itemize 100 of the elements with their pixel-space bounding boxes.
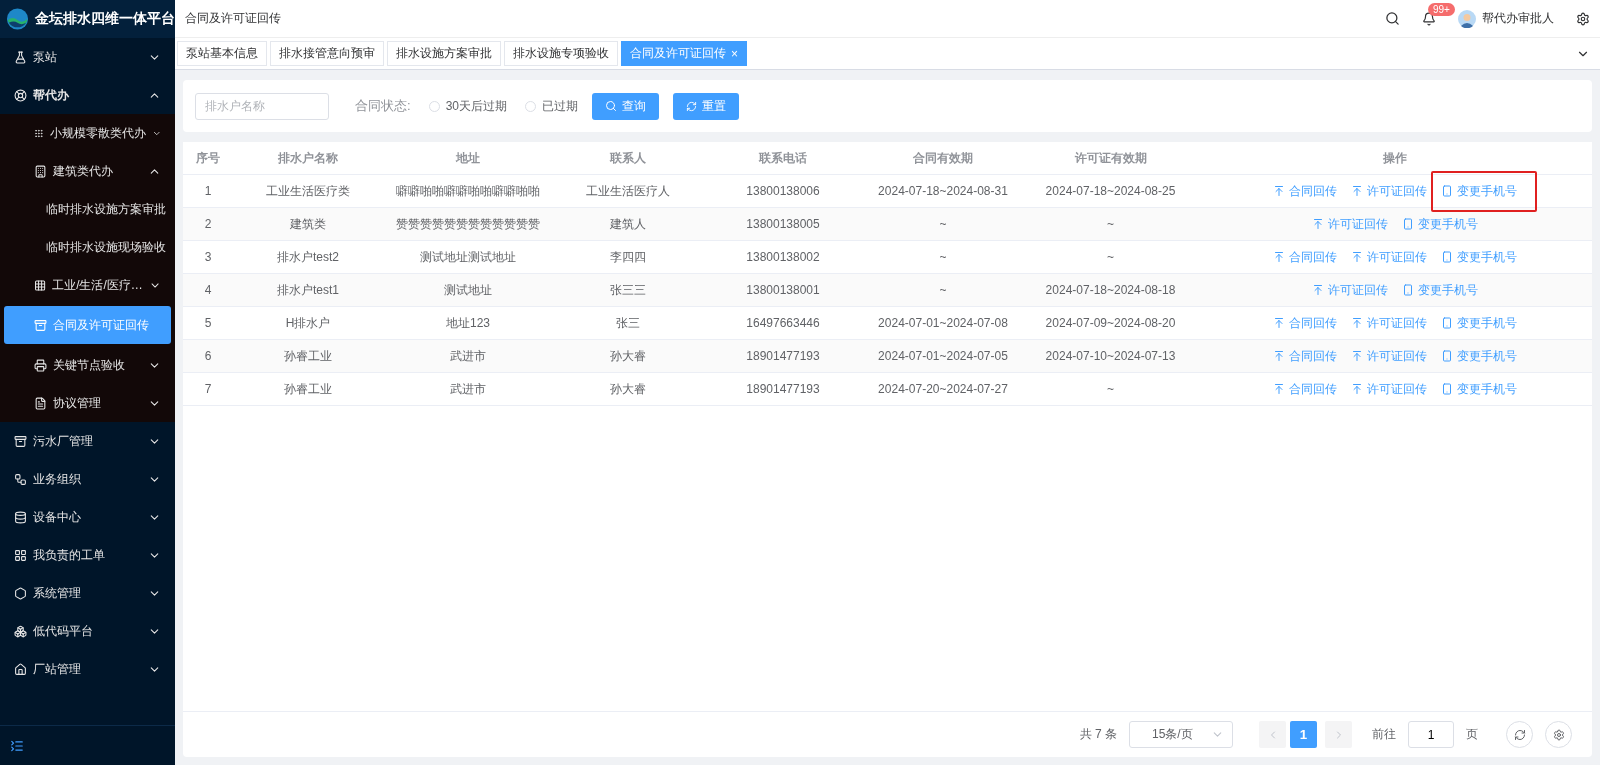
table-cell-text: ~ [1106,250,1115,264]
table-cell-text: 2024-07-10~2024-07-13 [1044,349,1177,363]
table-cell-text: 13800138002 [745,250,821,264]
menu-item[interactable]: 系统管理 [0,574,175,612]
menu-item[interactable]: 厂站管理 [0,650,175,688]
user-name[interactable]: 帮代办审批人 [1482,10,1554,27]
search-icon[interactable] [1385,11,1400,26]
page-size-select[interactable]: 15条/页 [1129,721,1233,748]
table-cell-text: 16497663446 [745,316,821,330]
phone-icon [1441,350,1453,362]
upload-icon [1273,317,1285,329]
menu-item[interactable]: 低代码平台 [0,612,175,650]
goto-label: 前往 [1372,726,1396,743]
settings-button[interactable] [1545,721,1572,748]
menu-item[interactable]: 工业/生活/医疗… [0,266,175,304]
search-field[interactable]: 排水户名称 [195,92,329,120]
tab[interactable]: 泵站基本信息 [177,41,267,66]
settings-icon[interactable] [1576,11,1590,26]
upload-icon [1312,218,1324,230]
search-icon [605,100,617,112]
menu-item[interactable]: 污水厂管理 [0,422,175,460]
refresh-button[interactable] [1506,721,1533,748]
page-suffix: 页 [1466,726,1478,743]
table-cell-text: ~ [938,217,948,231]
table-cell-text: 建筑类 [289,215,327,233]
table-cell-text: 2024-07-18~2024-08-25 [1044,184,1177,198]
menu-icon [14,548,27,562]
menu-icon [14,434,27,448]
radio-option[interactable]: 30天后过期 [428,97,507,115]
table-cell-text: 7 [203,382,213,396]
table-cell-text: 1 [203,184,213,198]
radio-option[interactable]: 已过期 [525,97,578,115]
table-cell-text: 孙大睿 [609,347,647,365]
table-cell-text: 工业生活医疗人 [585,182,671,200]
menu-item[interactable]: 建筑类代办 [0,152,175,190]
menu-icon [34,278,47,292]
table-cell-text: 工业生活医疗类 [265,182,351,200]
app-title: 金坛排水四维一体平台 [35,10,175,28]
menu-item[interactable]: 临时排水设施方案审批 [0,190,175,228]
menu-item[interactable]: 协议管理 [0,384,175,422]
phone-icon [1441,317,1453,329]
table-cell-text: 4 [203,283,213,297]
table-cell-text: ~ [1106,382,1115,396]
table-cell-text: 测试地址测试地址 [419,248,517,266]
phone-icon [1441,251,1453,263]
table-cell-text: 2024-07-01~2024-07-05 [877,349,1009,363]
menu-item[interactable]: 我负责的工单 [0,536,175,574]
menu-item[interactable]: 临时排水设施现场验收 [0,228,175,266]
upload-icon [1351,185,1363,197]
table-cell-text: 2 [203,217,213,231]
table-cell-text: 13800138005 [745,217,821,231]
menu-icon [14,50,27,64]
menu-item[interactable]: 业务组织 [0,460,175,498]
refresh-icon [1513,728,1526,741]
phone-icon [1441,383,1453,395]
table-cell-text: 张三三 [609,281,647,299]
table-cell-text: 6 [203,349,213,363]
table-cell-text: 13800138001 [745,283,821,297]
avatar-icon[interactable] [1458,9,1476,28]
menu-icon [34,318,47,332]
upload-icon [1351,251,1363,263]
table-cell-text: 建筑人 [609,215,647,233]
column-header: 合同有效期 [912,149,974,167]
bell-icon[interactable] [1422,11,1436,26]
table-cell-text: 2024-07-20~2024-07-27 [877,382,1009,396]
total-count: 共 7 条 [1079,726,1117,743]
column-header: 操作 [1382,149,1408,167]
table-cell-text: 李四四 [609,248,647,266]
menu-item[interactable]: 泵站 [0,38,175,76]
table-cell-text: 2024-07-09~2024-08-20 [1044,316,1177,330]
table-cell-text: H排水户 [284,314,332,332]
settings-icon [1552,728,1565,741]
table-cell-text: 武进市 [449,347,487,365]
table-cell-text: 排水户test1 [276,281,340,299]
tab[interactable]: 排水设施专项验收 [504,41,618,66]
tab[interactable]: 排水设施方案审批 [387,41,501,66]
menu-icon [34,164,47,178]
table-cell-text: 2024-07-01~2024-07-08 [877,316,1009,330]
table-cell-text: 18901477193 [745,349,821,363]
column-header: 联系电话 [757,149,808,167]
menu-item[interactable]: 帮代办 [0,76,175,114]
upload-icon [1273,383,1285,395]
table-cell-text: 武进市 [449,380,487,398]
menu-item[interactable]: 小规模零散类代办 [0,114,175,152]
menu-icon [14,88,27,102]
table-cell-text: 张三 [615,314,641,332]
tab[interactable]: 排水接管意向预审 [270,41,384,66]
phone-icon [1402,218,1414,230]
table-cell-text: ~ [938,283,948,297]
refresh-icon [686,100,697,112]
collapse-icon[interactable] [10,738,24,753]
table-cell-text: ~ [938,250,948,264]
table-cell-text: 2024-07-18~2024-08-31 [877,184,1009,198]
status-label: 合同状态: [355,97,411,115]
upload-icon [1273,185,1285,197]
table-cell-text: 测试地址 [443,281,493,299]
page-input[interactable]: 1 [1408,721,1454,748]
menu-item[interactable]: 设备中心 [0,498,175,536]
logo-icon [6,7,29,31]
menu-item[interactable]: 关键节点验收 [0,346,175,384]
